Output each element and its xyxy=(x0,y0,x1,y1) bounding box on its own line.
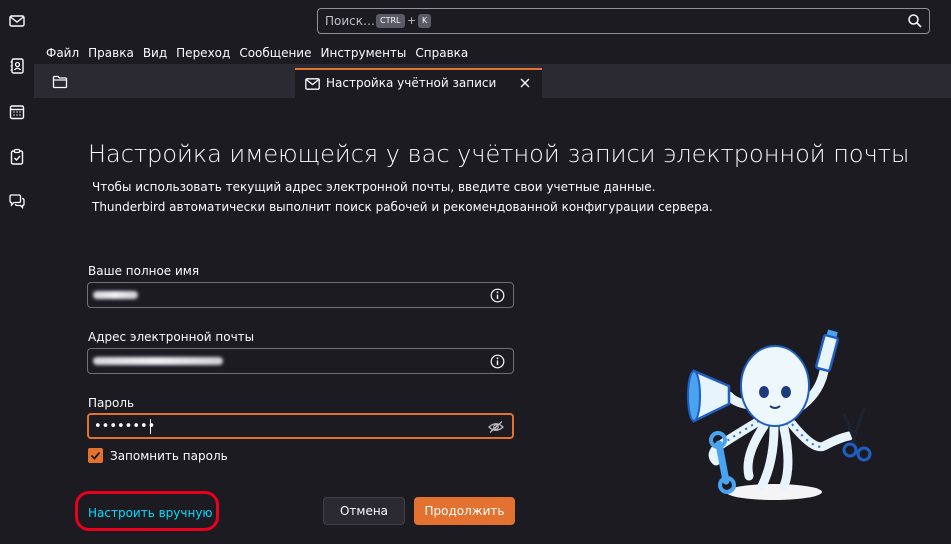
mail-space-button[interactable] xyxy=(4,8,30,34)
password-input[interactable]: •••••••• xyxy=(87,413,514,439)
menu-view[interactable]: Вид xyxy=(143,44,167,62)
octopus-mascot-illustration xyxy=(687,329,872,500)
account-setup-page: Настройка имеющейся у вас учётной записи… xyxy=(34,98,951,544)
menu-help[interactable]: Справка xyxy=(415,44,468,62)
menu-edit[interactable]: Правка xyxy=(88,44,134,62)
menu-go[interactable]: Переход xyxy=(176,44,230,62)
address-book-space-button[interactable] xyxy=(4,53,30,79)
annotation-highlight xyxy=(75,491,219,531)
calendar-icon xyxy=(9,105,25,120)
folder-icon xyxy=(52,75,68,89)
info-icon[interactable] xyxy=(490,354,505,369)
full-name-input[interactable] xyxy=(87,282,514,308)
tasks-icon xyxy=(10,148,24,165)
page-title: Настройка имеющейся у вас учётной записи… xyxy=(88,140,910,168)
email-label: Адрес электронной почты xyxy=(88,330,255,344)
email-input[interactable] xyxy=(87,348,514,374)
title-bar: Поиск… CTRL + K xyxy=(34,0,951,42)
global-search-input[interactable]: Поиск… CTRL + K xyxy=(317,8,930,34)
password-label: Пароль xyxy=(88,396,135,410)
checkmark-icon xyxy=(90,451,101,460)
menu-file[interactable]: Файл xyxy=(46,44,79,62)
tasks-space-button[interactable] xyxy=(4,144,30,170)
chat-icon xyxy=(9,194,25,210)
calendar-space-button[interactable] xyxy=(4,99,30,125)
shortcut-key-ctrl: CTRL xyxy=(376,14,405,28)
cancel-button[interactable]: Отмена xyxy=(323,497,405,525)
mail-settings-icon xyxy=(305,78,320,90)
tab-close-button[interactable] xyxy=(516,74,534,92)
menu-bar: Файл Правка Вид Переход Сообщение Инстру… xyxy=(34,42,951,64)
search-icon[interactable] xyxy=(907,13,923,29)
tab-account-setup[interactable]: Настройка учётной записи xyxy=(295,68,542,98)
remember-password-checkbox[interactable] xyxy=(88,448,103,463)
full-name-label: Ваше полное имя xyxy=(88,264,200,278)
address-book-icon xyxy=(10,58,24,74)
close-icon xyxy=(520,78,530,88)
shortcut-key-k: K xyxy=(418,14,432,28)
text-caret xyxy=(150,419,151,434)
chat-space-button[interactable] xyxy=(4,188,30,214)
search-placeholder: Поиск… xyxy=(325,14,376,28)
page-description-line2: Thunderbird автоматически выполнит поиск… xyxy=(92,200,713,214)
tab-label: Настройка учётной записи xyxy=(326,76,497,90)
shortcut-plus: + xyxy=(407,14,417,27)
info-icon[interactable] xyxy=(490,288,505,303)
page-description-line1: Чтобы использовать текущий адрес электро… xyxy=(92,180,656,194)
spaces-toolbar xyxy=(0,0,35,544)
menu-message[interactable]: Сообщение xyxy=(239,44,311,62)
mail-icon xyxy=(9,15,25,27)
redacted-email xyxy=(93,357,223,365)
password-value: •••••••• xyxy=(94,419,156,434)
continue-button[interactable]: Продолжить xyxy=(414,497,515,525)
tab-mail-folders[interactable] xyxy=(40,68,80,96)
menu-tools[interactable]: Инструменты xyxy=(321,44,407,62)
remember-password-label[interactable]: Запомнить пароль xyxy=(110,449,228,463)
hidden-eye-icon[interactable] xyxy=(488,420,504,434)
tab-bar: Настройка учётной записи xyxy=(34,64,951,98)
redacted-name xyxy=(93,291,138,299)
